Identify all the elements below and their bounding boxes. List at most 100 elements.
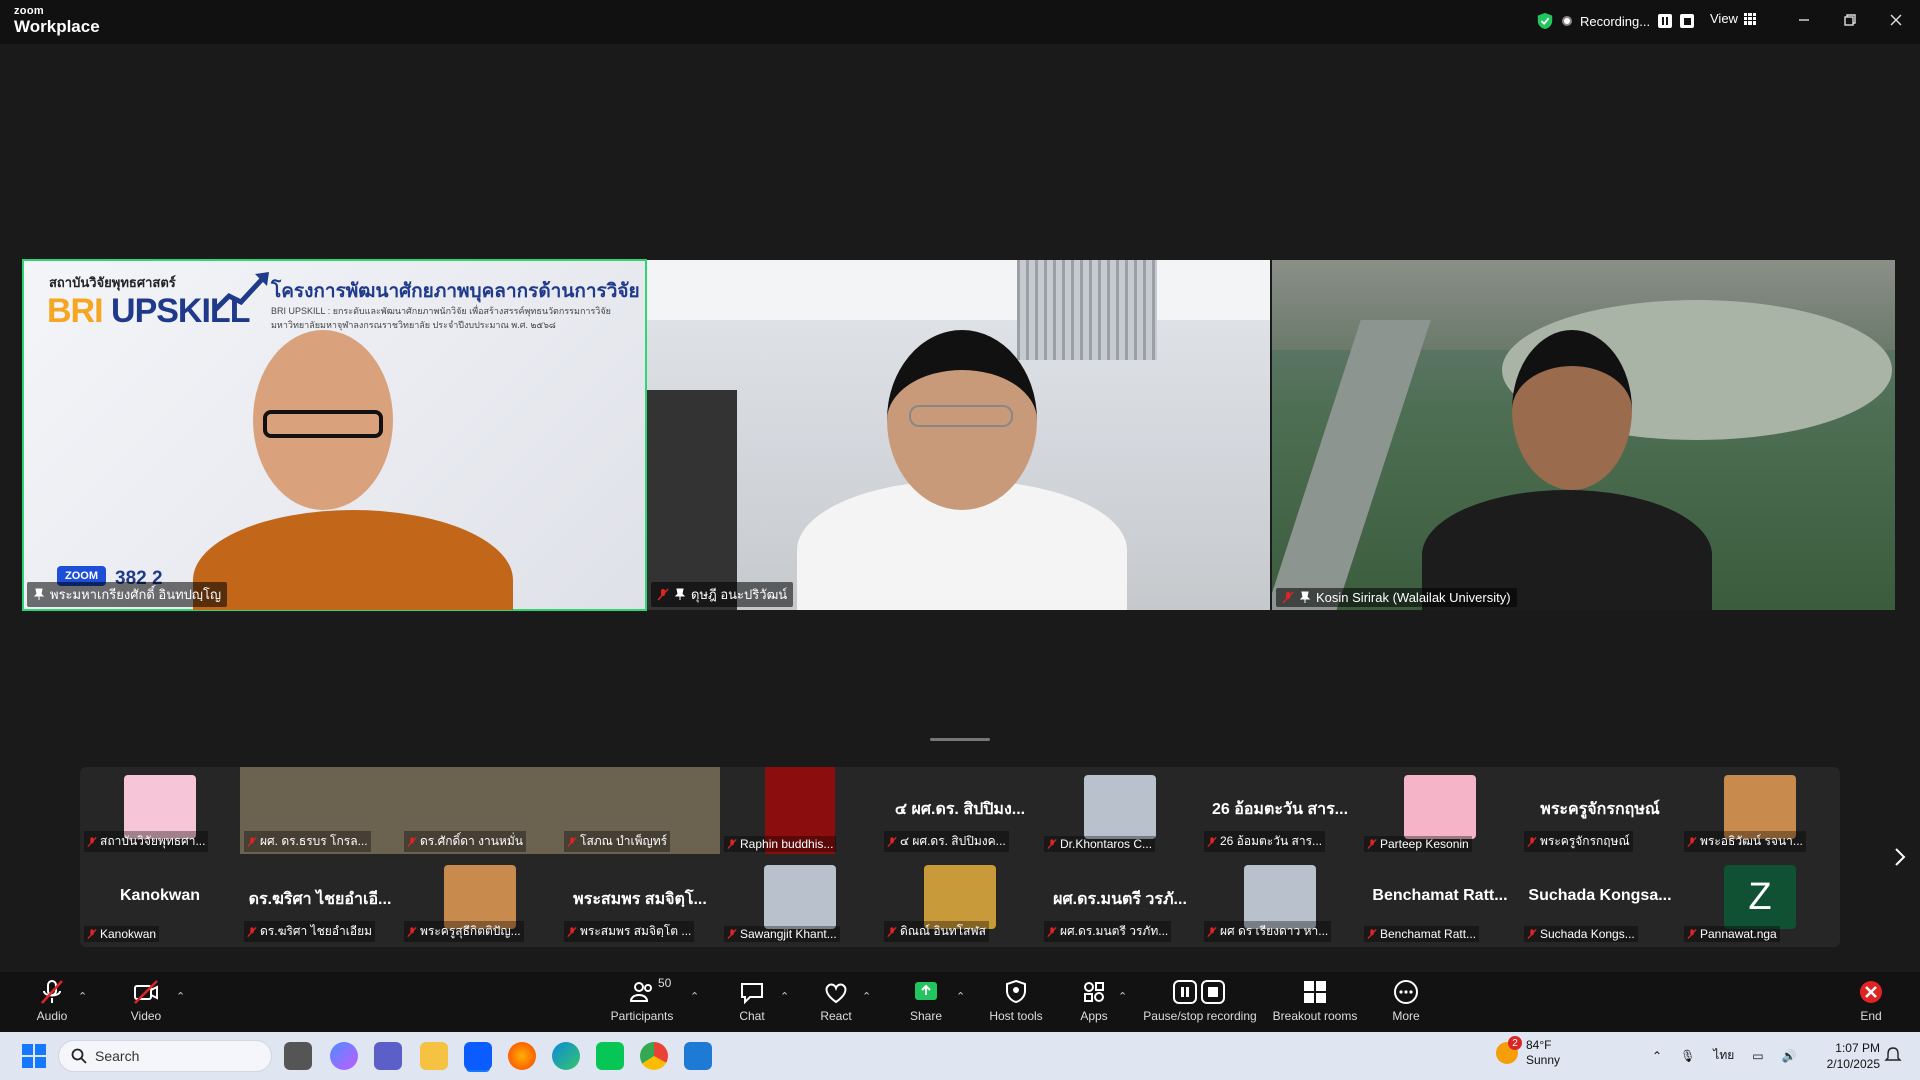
host-tools-label: Host tools	[989, 1009, 1043, 1023]
gallery-participant-tile[interactable]: ดร.ฆริศา ไชยอำเอี... ดร.ฆริศา ไชยอำเอียม	[240, 857, 400, 944]
gallery-participant-tile[interactable]: Raphin buddhis...	[720, 767, 880, 854]
host-tools-button[interactable]: Host tools	[986, 978, 1046, 1028]
windows-taskbar: Search 2 84°F Sunny ⌃ 🎙 ไทย ▭ 🔊 1:07 PM	[0, 1032, 1920, 1080]
file-explorer-icon[interactable]	[420, 1042, 448, 1070]
participant-name: ๔ ผศ.ดร. สิปปิมงค...	[900, 834, 1006, 848]
video-tile-active-speaker[interactable]: สถาบันวิจัยพุทธศาสตร์ BRI UPSKILL โครงกา…	[22, 259, 647, 611]
gallery-participant-tile[interactable]: ดร.ศักดิ์ดา งานหมั่น	[400, 767, 560, 854]
gallery-participant-tile[interactable]: Suchada Kongsa... Suchada Kongs...	[1520, 857, 1680, 944]
share-button[interactable]: Share	[908, 978, 944, 1028]
end-meeting-button[interactable]: End	[1856, 978, 1886, 1028]
pinned-app-icon[interactable]	[684, 1042, 712, 1070]
view-button[interactable]: View	[1710, 11, 1756, 26]
chat-button[interactable]: Chat	[736, 978, 768, 1028]
apps-button[interactable]: Apps	[1078, 978, 1110, 1028]
participant-display-name: ๔ ผศ.ดร. สิปปิมง...	[894, 801, 1026, 818]
muted-mic-icon	[1367, 838, 1377, 850]
participant-name: ผศ.ดร.มนตรี วรภัท...	[1060, 924, 1169, 938]
pause-recording-button[interactable]	[1658, 14, 1673, 28]
gallery-participant-tile[interactable]: 26 อ้อมตะวัน สาร... 26 อ้อมตะวัน สาร...	[1200, 767, 1360, 854]
participant-name-tag: พระอธิวัฒน์ รจนา...	[1684, 831, 1806, 852]
chat-caret-icon[interactable]: ⌃	[780, 990, 789, 1003]
gallery-participant-tile[interactable]: สถาบันวิจัยพุทธศา...	[80, 767, 240, 854]
close-button[interactable]	[1882, 8, 1910, 32]
pause-stop-recording-button[interactable]: Pause/stop recording	[1142, 978, 1258, 1028]
muted-mic-icon	[727, 928, 737, 940]
share-caret-icon[interactable]: ⌃	[956, 990, 965, 1003]
pause-stop-label: Pause/stop recording	[1143, 1009, 1257, 1023]
shield-icon	[1006, 979, 1026, 1004]
weather-widget[interactable]: 2 84°F Sunny	[1496, 1036, 1560, 1068]
gallery-participant-tile[interactable]: Sawangjit Khant...	[720, 857, 880, 944]
muted-mic-icon	[87, 928, 97, 940]
video-tile[interactable]: ดุษฎี อนะปริวัฒน์	[647, 260, 1270, 610]
encryption-shield-icon[interactable]	[1536, 12, 1554, 30]
apps-caret-icon[interactable]: ⌃	[1118, 990, 1127, 1003]
participant-name-tag: พระสมพร สมจิตฺโต ...	[564, 921, 695, 942]
gallery-participant-tile[interactable]: ผศ.ดร.มนตรี วรภั... ผศ.ดร.มนตรี วรภัท...	[1040, 857, 1200, 944]
audio-button[interactable]: Audio	[32, 978, 72, 1028]
volume-icon[interactable]: 🔊	[1782, 1049, 1797, 1063]
gallery-participant-tile[interactable]: Kanokwan Kanokwan	[80, 857, 240, 944]
clock-time: 1:07 PM	[1835, 1041, 1880, 1055]
edge-icon[interactable]	[552, 1042, 580, 1070]
task-view-icon[interactable]	[284, 1042, 312, 1070]
gallery-participant-tile[interactable]: Z Pannawat.nga	[1680, 857, 1840, 944]
video-options-caret-icon[interactable]: ⌃	[176, 990, 185, 1003]
more-button[interactable]: More	[1390, 978, 1422, 1028]
participant-name-tag: Kanokwan	[84, 926, 160, 942]
participant-display-name: ผศ.ดร.มนตรี วรภั...	[1053, 891, 1187, 908]
gallery-participant-tile[interactable]: พระสมพร สมจิตฺโ... พระสมพร สมจิตฺโต ...	[560, 857, 720, 944]
language-indicator[interactable]: ไทย	[1713, 1046, 1734, 1065]
zoom-app-icon[interactable]	[464, 1042, 492, 1070]
gallery-participant-tile[interactable]: ๔ ผศ.ดร. สิปปิมง... ๔ ผศ.ดร. สิปปิมงค...	[880, 767, 1040, 854]
gallery-participant-tile[interactable]: ดิณณ์ อินทโสฬส	[880, 857, 1040, 944]
react-button[interactable]: React	[818, 978, 854, 1028]
next-page-arrow-icon[interactable]	[1892, 845, 1908, 869]
chrome-icon[interactable]	[640, 1042, 668, 1070]
gallery-participant-tile[interactable]: Dr.Khontaros C...	[1040, 767, 1200, 854]
muted-mic-icon	[1527, 836, 1537, 847]
firefox-icon[interactable]	[508, 1042, 536, 1070]
restore-button[interactable]	[1836, 8, 1864, 32]
gallery-participant-tile[interactable]: ผศ. ดร.ธรบร โกรล...	[240, 767, 400, 854]
glasses-shape	[909, 405, 1013, 427]
participant-display-name: Suchada Kongsa...	[1528, 887, 1672, 904]
gallery-participant-tile[interactable]: Benchamat Ratt... Benchamat Ratt...	[1360, 857, 1520, 944]
video-button[interactable]: Video	[126, 978, 166, 1028]
participant-name: ผศ. ดร.ธรบร โกรล...	[260, 834, 368, 848]
gallery-participant-tile[interactable]: โสภณ บำเพ็ญทร์	[560, 767, 720, 854]
taskbar-search-box[interactable]: Search	[58, 1040, 272, 1072]
gallery-participant-tile[interactable]: พระอธิวัฒน์ รจนา...	[1680, 767, 1840, 854]
slide-title: โครงการพัฒนาศักยภาพบุคลากรด้านการวิจัย	[271, 281, 640, 302]
show-hidden-icons-icon[interactable]: ⌃	[1652, 1049, 1662, 1063]
resize-handle[interactable]	[930, 738, 990, 741]
participant-name: ผศ ดร เรียงดาว หา...	[1220, 924, 1329, 938]
participant-display-name: พระสมพร สมจิตฺโ...	[573, 891, 707, 908]
copilot-icon[interactable]	[330, 1042, 358, 1070]
participant-name: พระครูจักรกฤษณ์	[1540, 834, 1630, 848]
recording-dot-icon	[1562, 16, 1572, 26]
react-caret-icon[interactable]: ⌃	[862, 990, 871, 1003]
breakout-rooms-button[interactable]: Breakout rooms	[1272, 978, 1358, 1028]
taskbar-clock[interactable]: 1:07 PM 2/10/2025	[1820, 1040, 1880, 1072]
participant-name-tag: ดุษฎี อนะปริวัฒน์	[651, 582, 794, 607]
video-tile[interactable]: Kosin Sirirak (Walailak University)	[1272, 260, 1895, 610]
participants-caret-icon[interactable]: ⌃	[690, 990, 699, 1003]
participant-display-name: 26 อ้อมตะวัน สาร...	[1211, 801, 1349, 818]
gallery-participant-tile[interactable]: พระครูสุธีกิตติปัญ...	[400, 857, 560, 944]
stop-recording-button[interactable]	[1680, 14, 1695, 28]
pin-icon	[1299, 591, 1311, 603]
minimize-button[interactable]	[1790, 8, 1818, 32]
network-icon[interactable]: ▭	[1752, 1049, 1763, 1063]
gallery-participant-tile[interactable]: พระครูจักรกฤษณ์ พระครูจักรกฤษณ์	[1520, 767, 1680, 854]
gallery-participant-tile[interactable]: Parteep Kesonin	[1360, 767, 1520, 854]
muted-mic-icon	[87, 836, 97, 847]
audio-options-caret-icon[interactable]: ⌃	[78, 990, 87, 1003]
gallery-participant-tile[interactable]: ผศ ดร เรียงดาว หา...	[1200, 857, 1360, 944]
notification-bell-icon[interactable]	[1884, 1046, 1902, 1064]
windows-start-button[interactable]	[22, 1044, 46, 1068]
teams-icon[interactable]	[374, 1042, 402, 1070]
microphone-icon[interactable]: 🎙	[1680, 1049, 1695, 1063]
line-icon[interactable]	[596, 1042, 624, 1070]
